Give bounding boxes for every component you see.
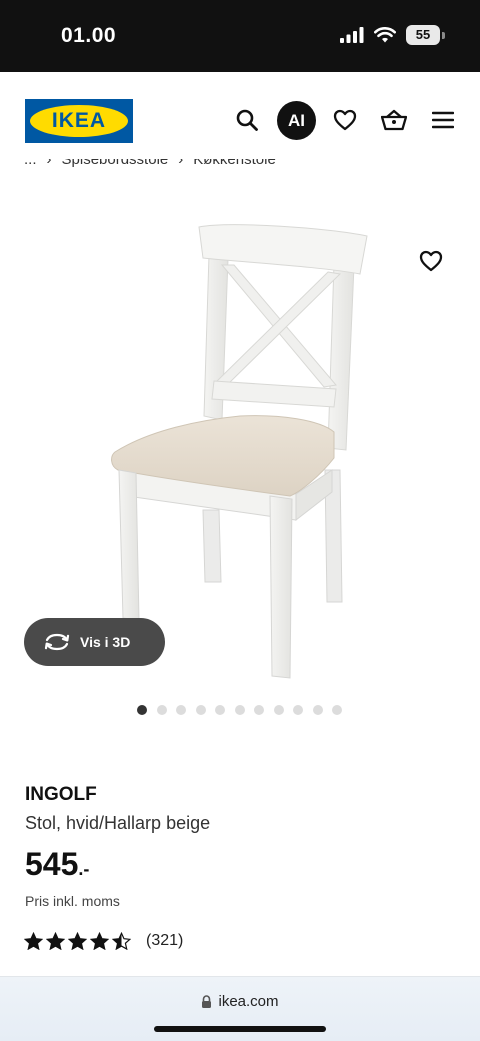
battery-indicator: 55 xyxy=(406,25,445,45)
basket-button[interactable] xyxy=(376,102,412,138)
star-filled-icon xyxy=(68,932,87,950)
star-filled-icon xyxy=(90,932,109,950)
rotate-3d-icon xyxy=(44,633,70,651)
price-note: Pris inkl. moms xyxy=(25,893,120,909)
carousel-dot[interactable] xyxy=(137,705,147,715)
chevron-right-icon: › xyxy=(46,159,52,168)
status-time: 01.00 xyxy=(61,24,117,47)
carousel-dot[interactable] xyxy=(195,705,206,715)
logo-text: IKEA xyxy=(51,109,107,132)
status-bar: 01.00 55 xyxy=(0,0,480,72)
basket-icon xyxy=(381,109,407,131)
ikea-logo[interactable]: IKEA xyxy=(25,99,133,143)
browser-address-bar[interactable]: ikea.com xyxy=(0,976,480,1041)
add-to-favorites-button[interactable] xyxy=(414,246,448,276)
review-count[interactable]: (321) xyxy=(146,932,183,950)
home-indicator[interactable] xyxy=(154,1026,326,1032)
carousel-dot[interactable] xyxy=(254,705,264,715)
search-icon xyxy=(236,109,258,131)
view-in-3d-label: Vis i 3D xyxy=(80,634,131,650)
site-header: IKEA AI xyxy=(0,72,480,168)
wifi-icon xyxy=(374,27,396,43)
star-filled-icon xyxy=(24,932,43,950)
rating-stars xyxy=(24,932,131,950)
url-text: ikea.com xyxy=(218,993,279,1010)
favorites-button[interactable] xyxy=(327,102,363,138)
carousel-dot[interactable] xyxy=(332,705,342,715)
menu-icon xyxy=(432,111,454,129)
price-value: 545 xyxy=(25,846,79,882)
product-image[interactable] xyxy=(0,190,480,690)
carousel-dot[interactable] xyxy=(312,705,323,715)
heart-icon xyxy=(419,250,443,272)
carousel-dot[interactable] xyxy=(176,705,186,715)
heart-icon xyxy=(333,109,357,131)
carousel-dot[interactable] xyxy=(273,705,284,715)
chair-image xyxy=(111,224,368,679)
product-description: Stol, hvid/Hallarp beige xyxy=(25,813,211,833)
search-button[interactable] xyxy=(229,102,265,138)
breadcrumb: ... › Spisebordsstole › Køkkenstole xyxy=(24,159,424,179)
battery-level: 55 xyxy=(415,27,431,42)
breadcrumb-item[interactable]: Køkkenstole xyxy=(193,159,276,168)
menu-button[interactable] xyxy=(425,102,461,138)
lock-icon xyxy=(202,995,212,1008)
product-price: 545 .- xyxy=(25,845,89,883)
product-rating[interactable]: (321) xyxy=(24,932,183,950)
product-name: INGOLF xyxy=(25,784,97,805)
breadcrumb-item[interactable]: Spisebordsstole xyxy=(62,159,169,168)
carousel-dot[interactable] xyxy=(293,705,303,715)
star-half-icon xyxy=(112,932,131,950)
carousel-dot[interactable] xyxy=(156,705,167,715)
ai-label: AI xyxy=(288,110,305,130)
breadcrumb-item[interactable]: ... xyxy=(24,159,37,168)
carousel-dot[interactable] xyxy=(234,705,245,715)
signal-icon xyxy=(340,27,364,43)
star-filled-icon xyxy=(46,932,65,950)
carousel-dot[interactable] xyxy=(215,705,225,715)
view-in-3d-button[interactable]: Vis i 3D xyxy=(24,618,165,666)
status-icons: 55 xyxy=(340,25,445,45)
ai-assistant-button[interactable]: AI xyxy=(277,101,316,140)
price-suffix: .- xyxy=(78,859,90,879)
chevron-right-icon: › xyxy=(178,159,184,168)
image-carousel-dots xyxy=(137,705,342,715)
